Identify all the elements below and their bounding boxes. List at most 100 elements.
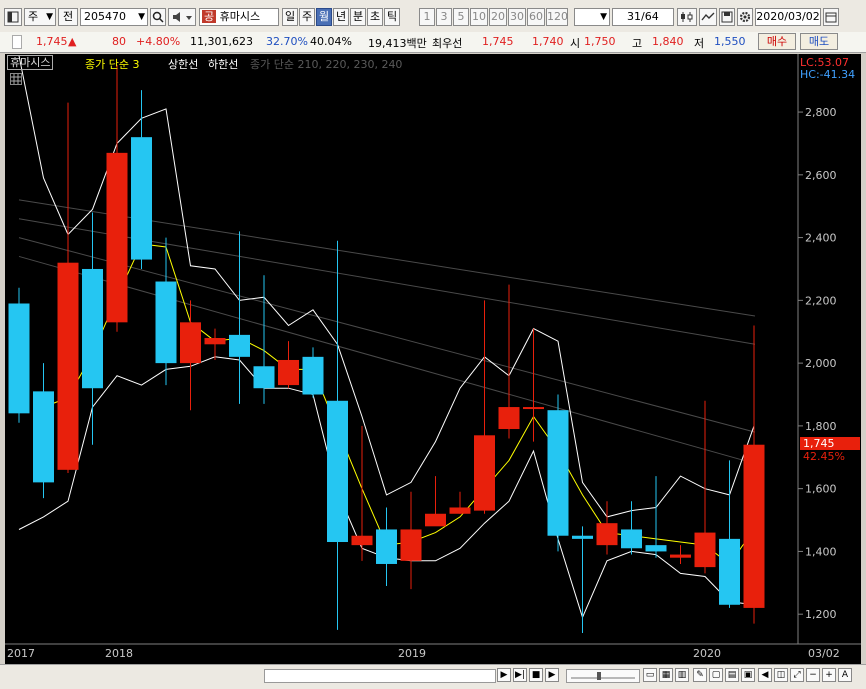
candle-27[interactable] <box>670 545 691 564</box>
candle-16[interactable] <box>400 491 422 590</box>
interval-3[interactable]: 3 <box>436 8 452 26</box>
sell-button[interactable]: 매도 <box>800 33 838 50</box>
interval-10[interactable]: 10 <box>470 8 488 26</box>
candle-30[interactable] <box>743 325 765 624</box>
indicator-icon[interactable] <box>699 8 717 26</box>
candle-7[interactable] <box>180 300 201 411</box>
date-field[interactable]: 2020/03/02 <box>755 8 821 26</box>
chart-area[interactable]: 1,200 1,400 1,600 1,800 2,000 2,200 2,400 2,600… <box>5 54 861 664</box>
candle-body <box>180 322 201 364</box>
legend-upper-band[interactable]: 상한선 <box>168 56 198 72</box>
candle-29[interactable] <box>719 460 740 608</box>
candle-body <box>400 529 422 561</box>
candle-26[interactable] <box>645 476 667 558</box>
save-icon[interactable] <box>719 8 735 26</box>
split-icon[interactable]: ▥ <box>675 668 689 682</box>
stock-tag[interactable]: 휴마시스 <box>7 55 54 70</box>
interval-120[interactable]: 120 <box>546 8 568 26</box>
candle-5[interactable] <box>131 90 152 269</box>
prev-button[interactable]: 전 <box>58 8 78 26</box>
hide-icon[interactable]: ▢ <box>709 668 723 682</box>
speaker-icon[interactable] <box>168 8 196 26</box>
candlestick-chart[interactable]: 1,200 1,400 1,600 1,800 2,000 2,200 2,400 2,600… <box>5 54 861 664</box>
expand-icon[interactable]: ⤢ <box>790 668 804 682</box>
change-arrow: ▲ <box>68 35 77 48</box>
candle-12[interactable] <box>302 347 324 398</box>
candle-22[interactable] <box>547 394 569 552</box>
period-select-value: 주 <box>28 10 39 23</box>
step-forward-icon[interactable]: ▶| <box>513 668 527 682</box>
legend-long-ma[interactable]: 종가 단순 210, 220, 230, 240 <box>250 56 402 72</box>
tab-0[interactable]: 일 <box>282 8 298 26</box>
candle-13[interactable] <box>327 240 348 630</box>
stock-name-field[interactable]: 공 휴마시스 <box>199 8 279 26</box>
zoom-out-icon[interactable]: − <box>806 668 820 682</box>
fit-icon[interactable]: ◫ <box>774 668 788 682</box>
text-size-icon[interactable]: A <box>838 668 852 682</box>
interval-1[interactable]: 1 <box>419 8 435 26</box>
x-label-2019: 2019 <box>398 647 426 660</box>
tab-4[interactable]: 분 <box>350 8 366 26</box>
tab-2[interactable]: 월 <box>316 8 332 26</box>
buy-button[interactable]: 매수 <box>758 33 796 50</box>
candle-28[interactable] <box>694 400 716 574</box>
candle-body <box>106 152 128 323</box>
interval-input[interactable]: ▼ <box>574 8 610 26</box>
calendar-icon[interactable] <box>823 8 839 26</box>
chart-view-icon[interactable]: ▤ <box>725 668 739 682</box>
tab-3[interactable]: 년 <box>333 8 349 26</box>
legend-lower-band[interactable]: 하한선 <box>208 56 238 72</box>
candle-body <box>327 400 348 543</box>
tab-1[interactable]: 주 <box>299 8 315 26</box>
candle-24[interactable] <box>596 501 618 555</box>
stop-icon[interactable]: ■ <box>529 668 543 682</box>
stock-code-input[interactable]: 205470 ▼ <box>80 8 148 26</box>
candle-3[interactable] <box>82 212 103 445</box>
draw-icon[interactable]: ✎ <box>693 668 707 682</box>
tab-6[interactable]: 틱 <box>384 8 400 26</box>
candle-18[interactable] <box>449 491 471 514</box>
candle-21[interactable] <box>523 328 544 442</box>
interval-60[interactable]: 60 <box>527 8 545 26</box>
candle-2[interactable] <box>57 102 79 473</box>
candle-23[interactable] <box>572 526 593 634</box>
zoom-slider[interactable] <box>566 669 640 683</box>
y-tick-label: 2,800 <box>805 106 837 119</box>
detail-icon[interactable]: ▣ <box>741 668 755 682</box>
upper-band-line <box>18 55 755 518</box>
scroll-left-icon[interactable]: ◀ <box>758 668 772 682</box>
interval-5[interactable]: 5 <box>453 8 469 26</box>
candle-17[interactable] <box>425 476 446 527</box>
count-field[interactable]: 31/64 <box>612 8 674 26</box>
gear-icon[interactable] <box>737 8 753 26</box>
candle-body <box>694 532 716 568</box>
search-icon[interactable] <box>150 8 166 26</box>
legend-ma3[interactable]: 종가 단순 3 <box>85 56 139 72</box>
interval-20[interactable]: 20 <box>489 8 507 26</box>
candle-14[interactable] <box>351 425 373 561</box>
candle-0[interactable] <box>8 287 30 423</box>
window-icon[interactable] <box>4 8 22 26</box>
tab-5[interactable]: 초 <box>367 8 383 26</box>
zoom-in-icon[interactable]: + <box>822 668 836 682</box>
open-price: 1,750 <box>584 35 616 48</box>
candle-1[interactable] <box>33 363 54 499</box>
candle-15[interactable] <box>376 507 397 586</box>
period-select[interactable]: 주 ▼ <box>24 8 56 26</box>
scroll-track[interactable] <box>264 669 496 683</box>
next-icon[interactable]: ▶ <box>545 668 559 682</box>
chart-type-icon[interactable] <box>677 8 697 26</box>
candle-10[interactable] <box>253 275 275 404</box>
grid-icon[interactable] <box>10 73 22 85</box>
play-icon[interactable]: ▶ <box>497 668 511 682</box>
candle-6[interactable] <box>155 237 177 386</box>
interval-30[interactable]: 30 <box>508 8 526 26</box>
table-icon[interactable]: ▦ <box>659 668 673 682</box>
candle-8[interactable] <box>204 328 226 360</box>
candle-19[interactable] <box>474 300 495 514</box>
layout-icon[interactable]: ▭ <box>643 668 657 682</box>
candle-4[interactable] <box>106 64 128 332</box>
quote-checkbox[interactable] <box>12 35 22 49</box>
candle-body <box>596 523 618 546</box>
candle-11[interactable] <box>278 341 299 389</box>
